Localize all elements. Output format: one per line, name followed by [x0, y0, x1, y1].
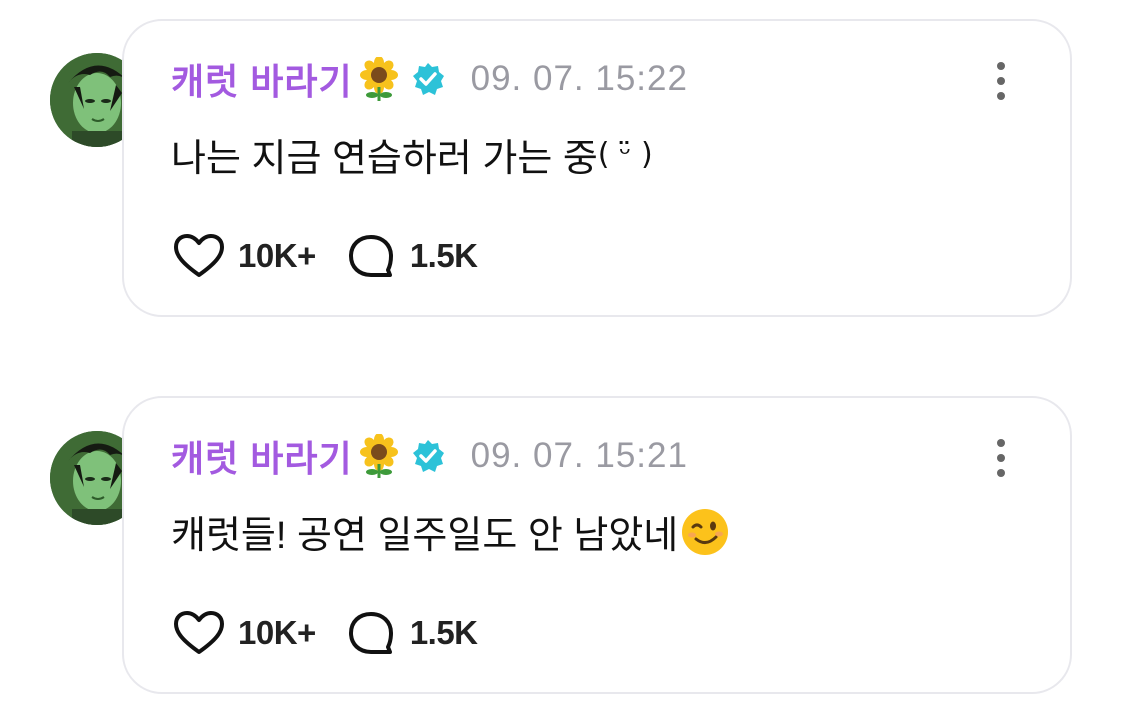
verified-badge-icon: [411, 439, 445, 473]
post-text-main: 나는 지금 연습하러 가는 중: [171, 138, 598, 180]
verified-badge-icon: [411, 62, 445, 96]
like-count: 10K+: [238, 614, 316, 651]
comment-count: 1.5K: [409, 237, 478, 274]
post-text: 나는 지금 연습하러 가는 중 ( ᵕ̈ ): [171, 127, 653, 182]
more-options-icon[interactable]: [994, 61, 1008, 101]
timestamp: 09. 07. 15:21: [470, 436, 688, 475]
sunflower-icon: [357, 56, 401, 101]
more-options-icon[interactable]: [994, 438, 1008, 478]
sunflower-icon: [357, 433, 401, 478]
post-bubble[interactable]: 캐럿 바라기: [122, 19, 1072, 317]
winking-face-icon: [680, 507, 730, 557]
post-bubble[interactable]: 캐럿 바라기: [122, 396, 1072, 694]
author-name[interactable]: 캐럿 바라기: [171, 53, 353, 105]
heart-icon[interactable]: [172, 609, 226, 657]
post-actions: 10K+ 1.5K: [172, 608, 478, 658]
post-header: 캐럿 바라기: [171, 55, 688, 103]
like-count: 10K+: [238, 237, 316, 274]
post-card: 캐럿 바라기: [0, 378, 1125, 694]
heart-icon[interactable]: [172, 232, 226, 280]
post-header: 캐럿 바라기: [171, 432, 688, 480]
timestamp: 09. 07. 15:22: [470, 59, 688, 98]
comment-count: 1.5K: [409, 614, 478, 651]
post-card: 캐럿 바라기: [0, 0, 1125, 317]
post-text-emoticon: ( ᵕ̈ ): [597, 137, 653, 172]
author-name[interactable]: 캐럿 바라기: [171, 430, 353, 482]
comment-icon[interactable]: [344, 232, 398, 280]
post-text-main: 캐럿들! 공연 일주일도 안 남았네: [171, 515, 679, 557]
post-text: 캐럿들! 공연 일주일도 안 남았네: [171, 504, 730, 559]
comment-icon[interactable]: [344, 609, 398, 657]
post-actions: 10K+ 1.5K: [172, 231, 478, 281]
